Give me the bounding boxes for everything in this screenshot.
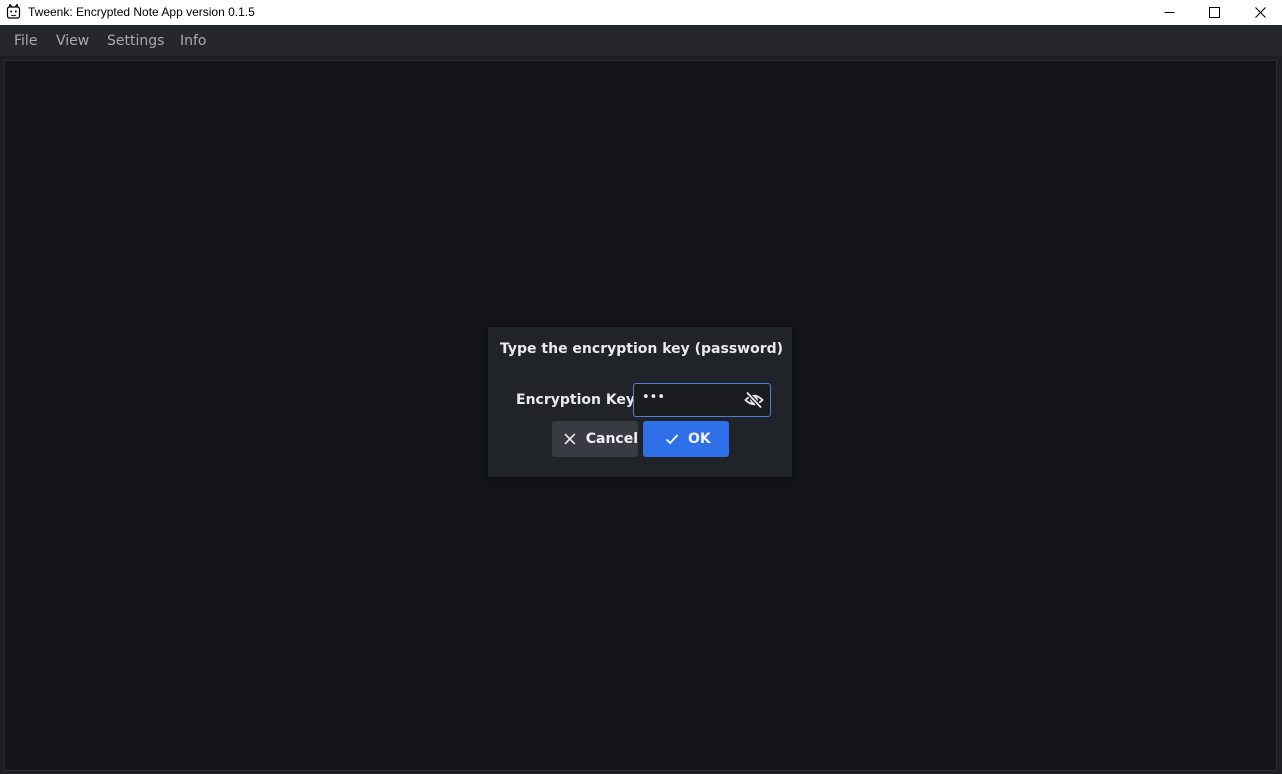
menu-settings[interactable]: Settings bbox=[107, 33, 164, 49]
eye-off-icon[interactable] bbox=[744, 391, 764, 409]
app-logo-icon bbox=[6, 4, 21, 19]
close-icon bbox=[1254, 7, 1266, 18]
ok-button[interactable]: OK bbox=[643, 421, 729, 457]
minimize-icon bbox=[1164, 12, 1174, 13]
cancel-button-label: Cancel bbox=[585, 431, 638, 447]
window-title: Tweenk: Encrypted Note App version 0.1.5 bbox=[28, 5, 255, 19]
encryption-key-label: Encryption Key bbox=[516, 392, 636, 408]
menu-info[interactable]: Info bbox=[180, 33, 207, 49]
maximize-icon bbox=[1208, 7, 1220, 18]
close-icon bbox=[564, 433, 576, 445]
checkmark-icon bbox=[665, 434, 679, 445]
menu-view[interactable]: View bbox=[56, 33, 89, 49]
ok-button-label: OK bbox=[688, 431, 711, 447]
cancel-button[interactable]: Cancel bbox=[552, 421, 638, 457]
menu-bar: File View Settings Info bbox=[0, 26, 1282, 56]
maximize-button[interactable] bbox=[1191, 0, 1237, 25]
window-title-bar: Tweenk: Encrypted Note App version 0.1.5 bbox=[0, 0, 1282, 25]
close-window-button[interactable] bbox=[1237, 0, 1282, 25]
dialog-title: Type the encryption key (password) bbox=[500, 341, 784, 357]
minimize-button[interactable] bbox=[1146, 0, 1192, 25]
encryption-key-value: ••• bbox=[642, 390, 666, 405]
encryption-key-dialog: Type the encryption key (password) Encry… bbox=[488, 327, 792, 477]
menu-file[interactable]: File bbox=[14, 33, 37, 49]
encryption-key-input[interactable]: ••• bbox=[633, 383, 771, 417]
